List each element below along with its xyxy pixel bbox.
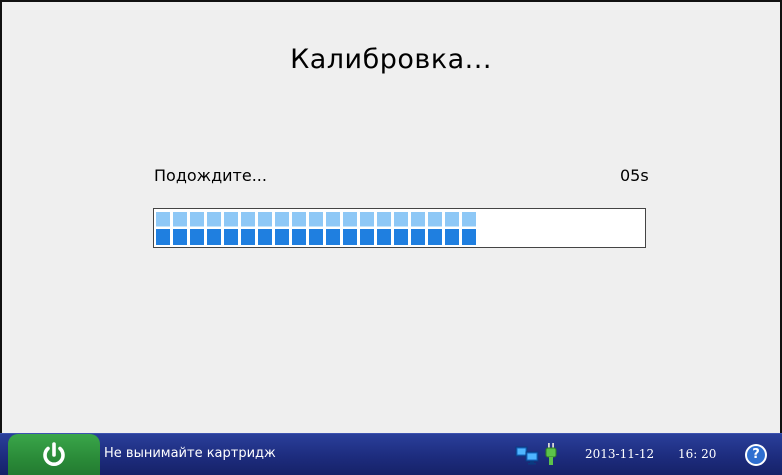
countdown-timer: 05s	[620, 166, 649, 185]
progress-segment	[241, 212, 255, 245]
progress-segment	[462, 212, 476, 245]
power-icon	[43, 442, 65, 466]
calibration-screen: Калибровка... Подождите... 05s Не вынима…	[0, 0, 782, 475]
wait-label: Подождите...	[154, 166, 267, 185]
progress-segment	[275, 212, 289, 245]
progress-segment	[190, 212, 204, 245]
progress-segment	[428, 212, 442, 245]
status-time: 16: 20	[678, 447, 717, 461]
progress-segment	[207, 212, 221, 245]
progress-segment	[445, 212, 459, 245]
network-icon	[515, 446, 539, 465]
status-bar: Не вынимайте картридж 2013-11-12 16: 20 …	[0, 433, 782, 475]
progress-segment	[411, 212, 425, 245]
power-button[interactable]	[8, 434, 100, 475]
progress-segment	[224, 212, 238, 245]
progress-segment	[377, 212, 391, 245]
progress-segment	[173, 212, 187, 245]
progress-segment	[326, 212, 340, 245]
progress-segment	[156, 212, 170, 245]
help-icon: ?	[747, 446, 765, 464]
progress-segment	[292, 212, 306, 245]
plug-icon	[545, 443, 557, 465]
progress-fill	[156, 212, 476, 245]
dialog-title: Калибровка...	[290, 44, 492, 75]
progress-segment	[360, 212, 374, 245]
calibration-progress-bar	[153, 208, 646, 248]
status-date: 2013-11-12	[585, 447, 655, 461]
progress-segment	[309, 212, 323, 245]
help-button[interactable]: ?	[745, 444, 767, 466]
progress-segment	[394, 212, 408, 245]
progress-segment	[258, 212, 272, 245]
status-message: Не вынимайте картридж	[104, 446, 276, 461]
progress-segment	[343, 212, 357, 245]
